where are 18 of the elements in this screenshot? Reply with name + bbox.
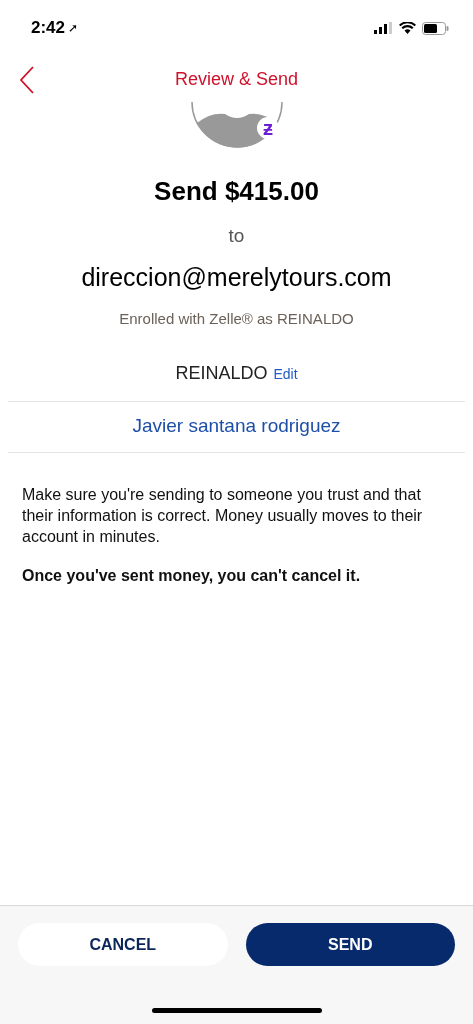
battery-icon (422, 21, 449, 35)
warning-text: Once you've sent money, you can't cancel it. (22, 567, 362, 585)
notice-text: Make sure you're sending to someone you trust and that their information is correct. Money usually moves to their account in minutes. (22, 485, 424, 547)
to-label: to (227, 225, 246, 247)
recipient-name: REINALDO (175, 363, 268, 384)
send-button[interactable]: SEND (245, 923, 455, 966)
location-icon: ➚ (68, 21, 79, 35)
amount-heading: Send $415.00 (153, 176, 320, 207)
account-name: Javier santana rodriguez (131, 414, 342, 438)
back-icon[interactable] (20, 66, 34, 94)
edit-link[interactable]: Edit (273, 366, 298, 382)
enrolled-note: Enrolled with Zelle® as REINALDO (118, 310, 355, 327)
status-time: 2:42 (31, 18, 66, 38)
signal-icon (374, 22, 393, 34)
page-title: Review & Send (174, 68, 299, 90)
cancel-button[interactable]: CANCEL (18, 923, 228, 966)
recipient-email: direccion@merelytours.com (80, 263, 393, 292)
wifi-icon (399, 22, 416, 34)
